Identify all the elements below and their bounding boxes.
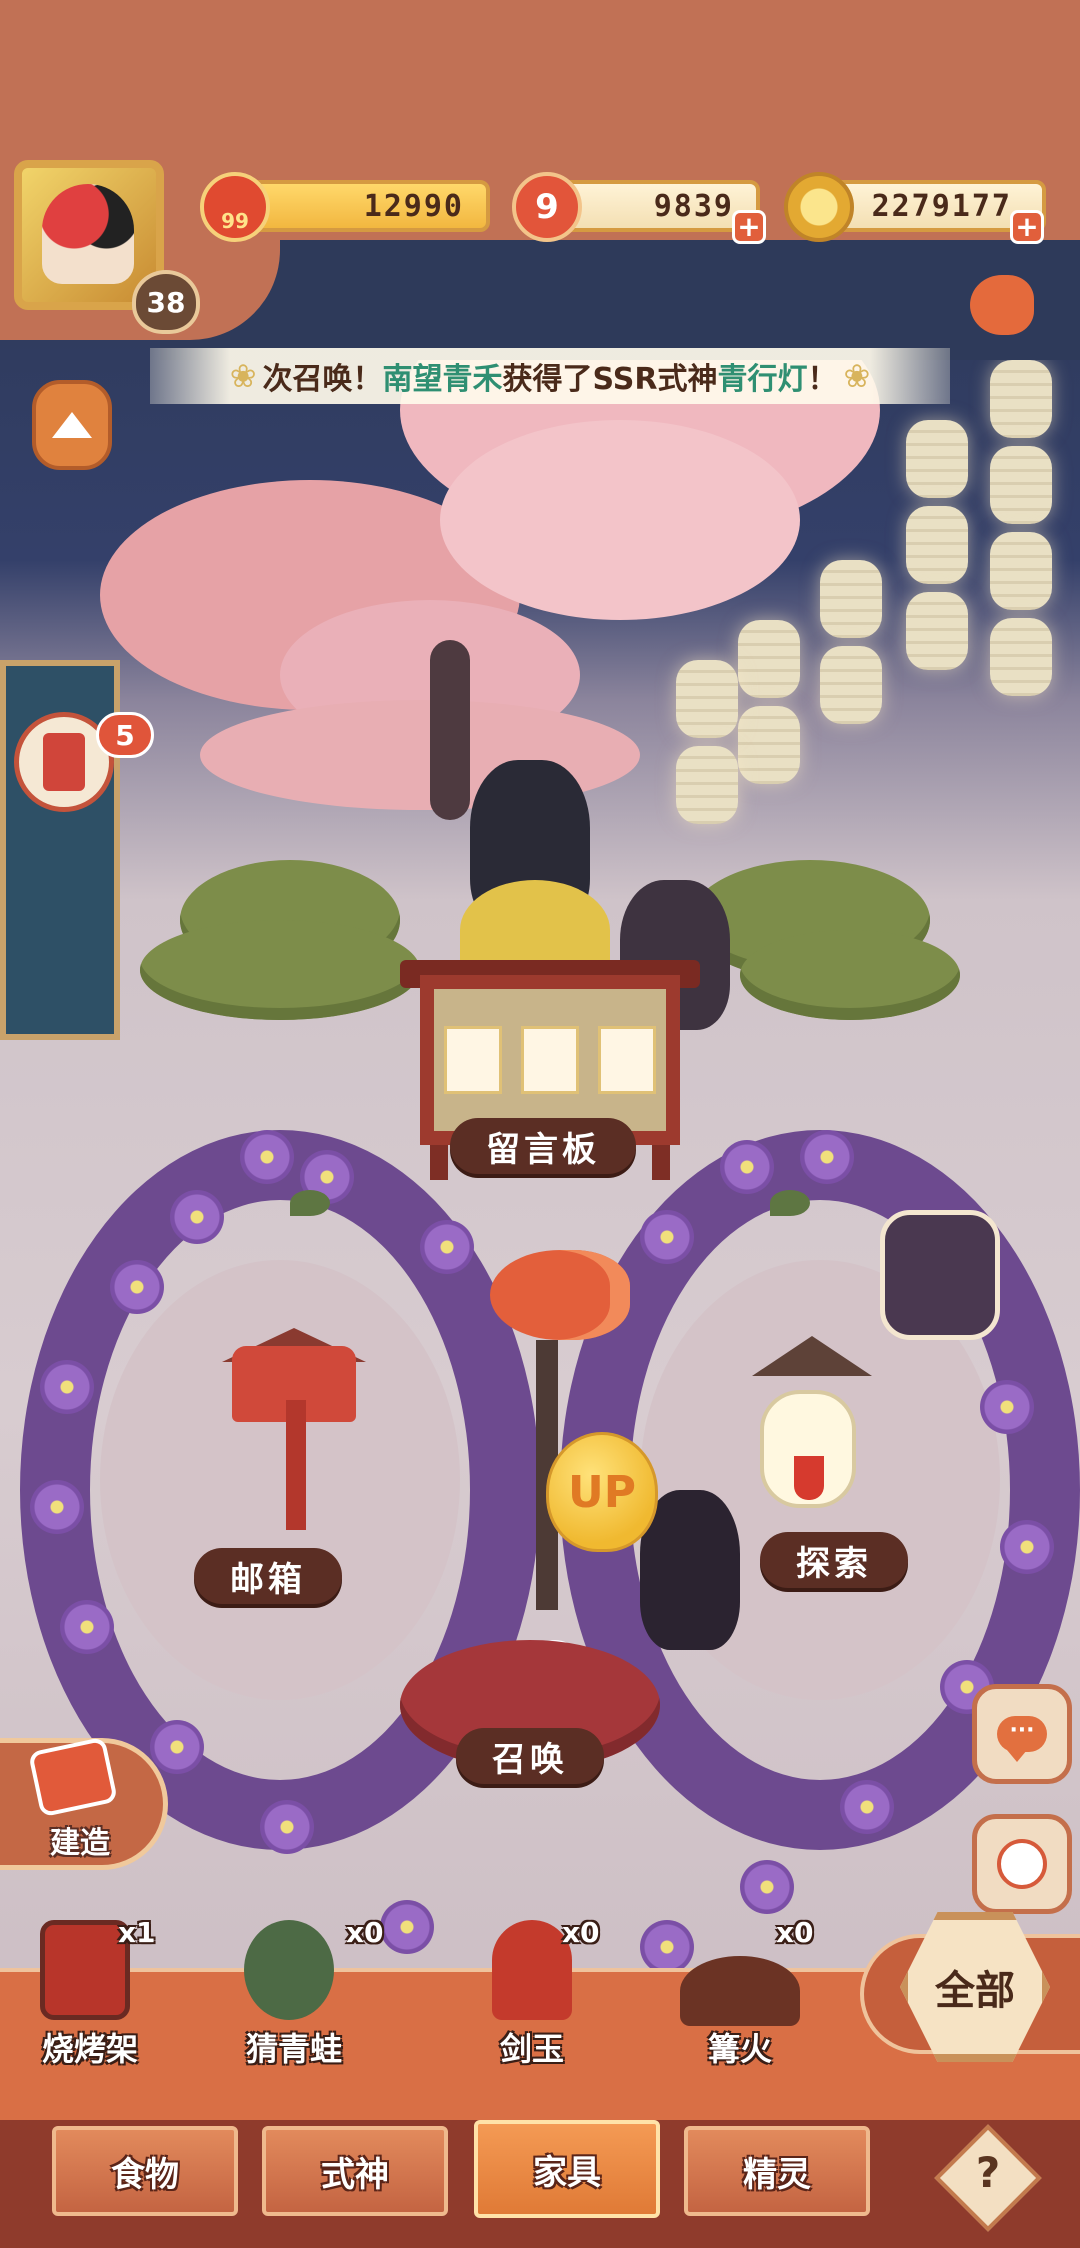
flower [150, 1720, 204, 1774]
scroll-icon [43, 733, 85, 791]
spirit-icon [997, 1839, 1047, 1889]
item-name: 篝火 [707, 2030, 772, 2068]
hanging-lanterns [906, 420, 968, 670]
board-note [598, 1026, 657, 1094]
grill-icon [40, 1920, 130, 2020]
up-balloon[interactable]: UP [546, 1432, 658, 1552]
hud-night-sky [160, 240, 1080, 360]
bonfire-icon [680, 1956, 800, 2026]
flower [800, 1130, 854, 1184]
furniture-item[interactable]: x1 烧烤架 [10, 1900, 170, 2070]
board-note [520, 1026, 579, 1094]
furniture-item[interactable]: x0 猜青蛙 [214, 1900, 384, 2070]
hanging-lanterns [738, 620, 800, 784]
vip-icon: 99 [200, 172, 270, 242]
bush [740, 930, 960, 1020]
news-middle: 获得了SSR式神 [502, 362, 718, 397]
flower [110, 1260, 164, 1314]
news-ticker: ❀ 次召唤！ 南望青禾 获得了SSR式神 青行灯 ！ ❀ [150, 348, 950, 404]
tree-trunk [430, 640, 470, 820]
flower [30, 1480, 84, 1534]
avatar-face [42, 184, 134, 284]
mailbox-label[interactable]: 邮箱 [194, 1548, 342, 1604]
flower [420, 1220, 474, 1274]
item-name: 猜青蛙 [245, 2030, 342, 2068]
build-label[interactable]: 建造 [50, 1818, 110, 1862]
hanging-lanterns [820, 560, 882, 724]
lantern-hat [752, 1336, 872, 1376]
flower-icon: ❀ [229, 357, 257, 395]
item-count: x0 [562, 1916, 600, 1949]
add-stamina-button[interactable]: + [732, 210, 766, 244]
mailbox-post [286, 1400, 306, 1530]
flower [1000, 1520, 1054, 1574]
bush [140, 920, 420, 1020]
spirit-button[interactable] [972, 1814, 1072, 1914]
notification-count: 5 [96, 712, 154, 758]
kendama-icon [492, 1920, 572, 2020]
item-name: 剑玉 [499, 2030, 564, 2068]
flower [980, 1380, 1034, 1434]
flower [840, 1780, 894, 1834]
summon-label[interactable]: 召唤 [456, 1728, 604, 1784]
furniture-item[interactable]: x0 篝火 [660, 1900, 820, 2070]
tab-food[interactable]: 食物 [52, 2126, 238, 2216]
frog-icon [244, 1920, 334, 2020]
news-suffix: ！ [807, 362, 838, 397]
item-name: 烧烤架 [41, 2030, 138, 2068]
tab-spirit[interactable]: 精灵 [684, 2126, 870, 2216]
leaf [770, 1190, 810, 1216]
explore-label[interactable]: 探索 [760, 1532, 908, 1588]
garden-path [100, 1260, 460, 1700]
stamina-icon: 9 [512, 172, 582, 242]
item-count: x0 [346, 1916, 384, 1949]
news-prefix: 次召唤！ [262, 362, 383, 397]
flower [170, 1190, 224, 1244]
fish-sign [490, 1250, 630, 1340]
gold-coin-icon [784, 172, 854, 242]
add-gold-button[interactable]: + [1010, 210, 1044, 244]
flower [640, 1210, 694, 1264]
message-board-label[interactable]: 留言板 [450, 1118, 636, 1174]
flower [60, 1600, 114, 1654]
up-arrow-icon [52, 412, 92, 438]
help-icon: ? [975, 2148, 1001, 2197]
flower [260, 1800, 314, 1854]
flower [240, 1130, 294, 1184]
leaf [290, 1190, 330, 1216]
hanging-lanterns [990, 360, 1052, 696]
flower-icon: ❀ [843, 357, 871, 395]
hanging-lanterns [676, 660, 738, 824]
flower [40, 1360, 94, 1414]
player-level-badge: 38 [132, 270, 200, 334]
furniture-item[interactable]: x0 剑玉 [452, 1900, 612, 2070]
flower [720, 1140, 774, 1194]
explore-lantern[interactable] [760, 1390, 856, 1508]
shikigami-portrait[interactable] [880, 1210, 1000, 1340]
upgrade-lantern-button[interactable] [32, 380, 112, 470]
fish-icon[interactable] [970, 275, 1034, 335]
sakura-cloud [440, 420, 800, 620]
stamina-icon-number: 9 [535, 187, 559, 227]
tab-furniture[interactable]: 家具 [474, 2120, 660, 2218]
lantern-tongue [794, 1456, 824, 1500]
flower [380, 1900, 434, 1954]
board-note [443, 1026, 502, 1094]
vip-level: 99 [221, 209, 249, 233]
chat-icon: ··· [997, 1716, 1047, 1762]
news-player: 南望青禾 [382, 362, 503, 397]
news-shikigami: 青行灯 [717, 362, 808, 397]
tab-shikigami[interactable]: 式神 [262, 2126, 448, 2216]
item-count: x1 [118, 1916, 156, 1949]
item-count: x0 [776, 1916, 814, 1949]
chat-button[interactable]: ··· [972, 1684, 1072, 1784]
